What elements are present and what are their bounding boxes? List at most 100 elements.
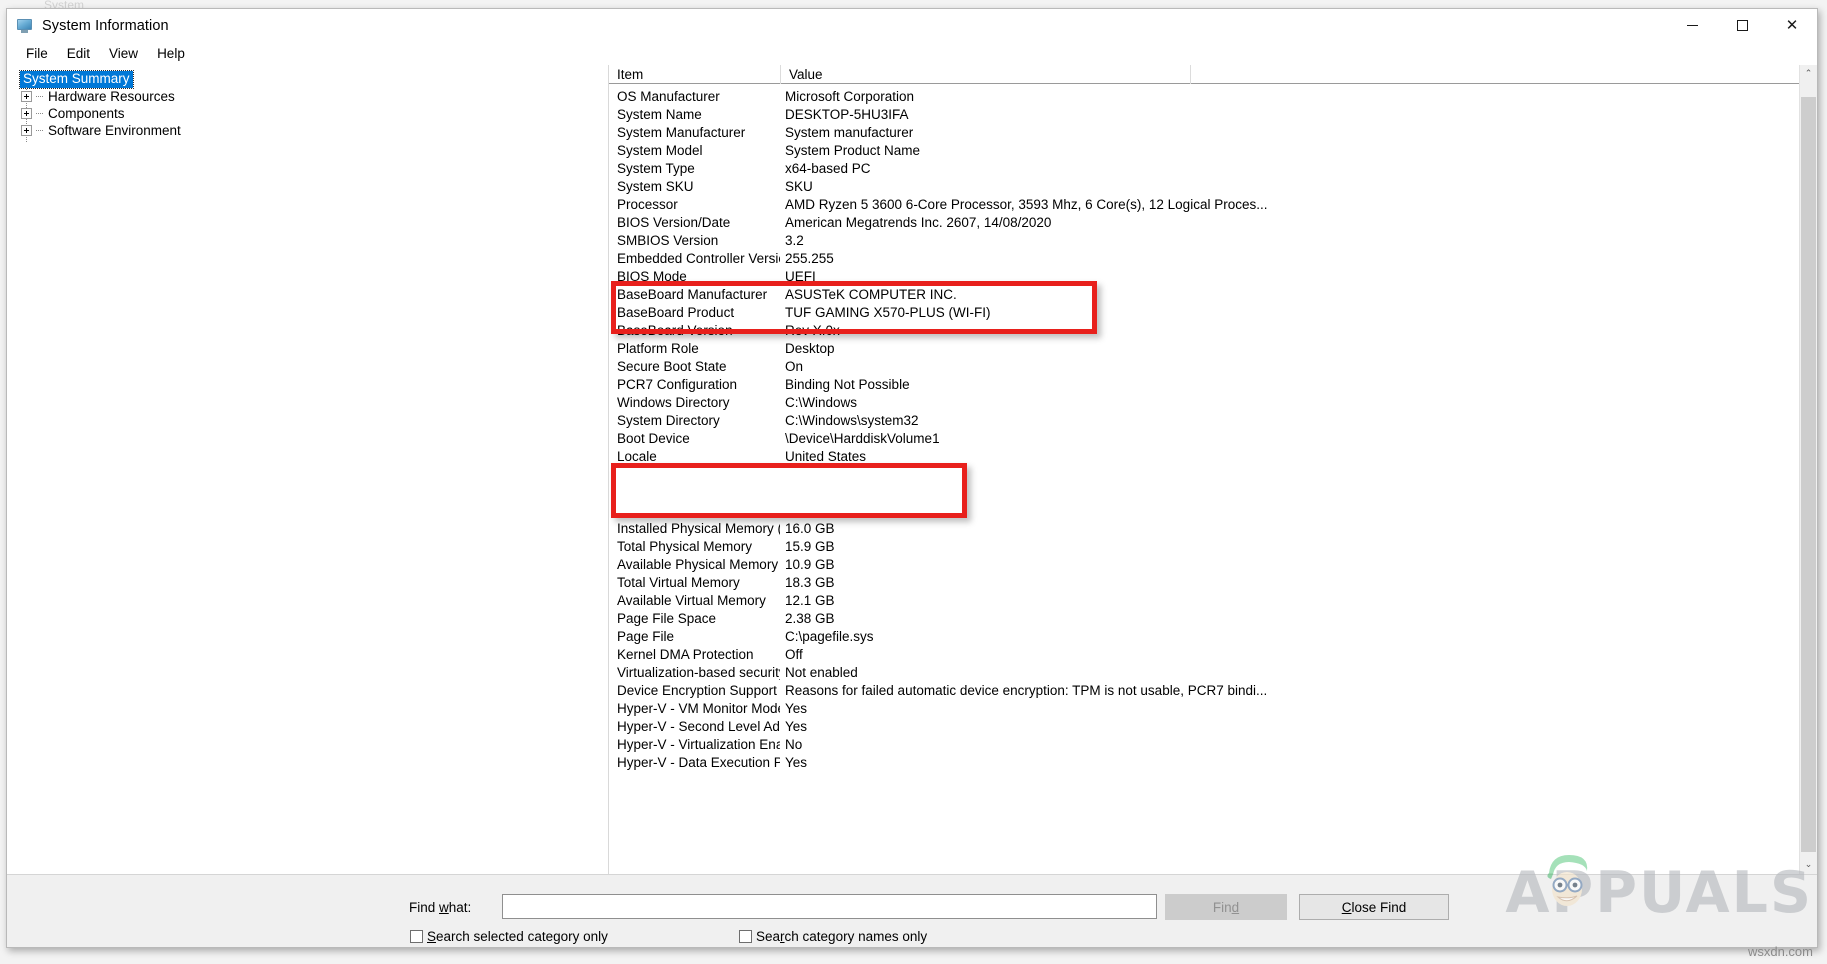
- row-item-cell: System SKU: [617, 178, 694, 194]
- tree-item-software-environment[interactable]: Software Environment: [7, 122, 608, 139]
- table-row[interactable]: [609, 501, 1817, 519]
- menu-file[interactable]: File: [17, 44, 57, 63]
- table-row[interactable]: Hyper-V - VM Monitor Mode E... Yes: [609, 699, 1817, 717]
- row-item-cell: Page File: [617, 628, 675, 644]
- scrollbar-thumb[interactable]: [1801, 97, 1816, 852]
- column-header-item[interactable]: Item: [609, 65, 780, 84]
- row-value-cell: C:\pagefile.sys: [785, 628, 874, 644]
- row-item-cell: Hyper-V - Virtualization Enable...: [617, 736, 780, 752]
- row-value-cell: \Device\HarddiskVolume1: [785, 430, 940, 446]
- table-row[interactable]: System Model System Product Name: [609, 141, 1817, 159]
- table-row[interactable]: Total Virtual Memory 18.3 GB: [609, 573, 1817, 591]
- column-header-value[interactable]: Value: [780, 64, 1190, 84]
- table-row[interactable]: [609, 483, 1817, 501]
- row-item-cell: System Type: [617, 160, 695, 176]
- expand-plus-icon[interactable]: [21, 125, 32, 136]
- search-selected-category-row[interactable]: Search selected category only: [410, 929, 608, 944]
- row-item-cell: Virtualization-based security: [617, 664, 780, 680]
- table-row[interactable]: Total Physical Memory 15.9 GB: [609, 537, 1817, 555]
- table-row[interactable]: BIOS Mode UEFI: [609, 267, 1817, 285]
- expand-plus-icon[interactable]: [21, 108, 32, 119]
- table-row[interactable]: Hyper-V - Second Level Addres... Yes: [609, 717, 1817, 735]
- expand-plus-icon[interactable]: [21, 91, 32, 102]
- vertical-scrollbar[interactable]: ⌃ ⌄: [1799, 65, 1817, 874]
- table-row[interactable]: BaseBoard Product TUF GAMING X570-PLUS (W…: [609, 303, 1817, 321]
- menu-edit[interactable]: Edit: [58, 44, 99, 63]
- menu-help[interactable]: Help: [148, 44, 194, 63]
- row-value-cell: C:\Windows: [785, 394, 858, 410]
- table-row[interactable]: Boot Device \Device\HarddiskVolume1: [609, 429, 1817, 447]
- table-row[interactable]: System Manufacturer System manufacturer: [609, 123, 1817, 141]
- tree-item-hardware-resources[interactable]: Hardware Resources: [7, 88, 608, 105]
- row-value-cell: United States: [785, 448, 867, 464]
- row-value-cell: 12.1 GB: [785, 592, 835, 608]
- close-button[interactable]: ✕: [1767, 9, 1817, 42]
- tree-item-label: Hardware Resources: [48, 89, 175, 104]
- system-information-icon: [17, 18, 33, 34]
- row-item-cell: Boot Device: [617, 430, 690, 446]
- menu-view[interactable]: View: [100, 44, 147, 63]
- tree-item-components[interactable]: Components: [7, 105, 608, 122]
- table-row[interactable]: [609, 465, 1817, 483]
- tree-connector-dot: [36, 113, 44, 114]
- table-row[interactable]: Hyper-V - Data Execution Prote... Yes: [609, 753, 1817, 771]
- table-row[interactable]: Page File Space 2.38 GB: [609, 609, 1817, 627]
- search-selected-category-checkbox[interactable]: [410, 930, 423, 943]
- table-row[interactable]: Available Physical Memory 10.9 GB: [609, 555, 1817, 573]
- table-row[interactable]: Available Virtual Memory 12.1 GB: [609, 591, 1817, 609]
- find-button[interactable]: Fin d: [1165, 894, 1287, 920]
- table-row[interactable]: Kernel DMA Protection Off: [609, 645, 1817, 663]
- column-header-filler: [1190, 64, 1817, 84]
- find-input[interactable]: [502, 894, 1157, 919]
- table-row[interactable]: Embedded Controller Version 255.255: [609, 249, 1817, 267]
- table-row[interactable]: SMBIOS Version 3.2: [609, 231, 1817, 249]
- category-tree[interactable]: System Summary Hardware Resources Compon…: [7, 65, 609, 874]
- maximize-button[interactable]: [1717, 9, 1767, 42]
- table-row[interactable]: Locale United States: [609, 447, 1817, 465]
- row-value-cell: Reasons for failed automatic device encr…: [785, 682, 1268, 698]
- close-find-button[interactable]: Close Find: [1299, 894, 1449, 920]
- scrollbar-track[interactable]: [1800, 83, 1817, 856]
- search-category-names-row[interactable]: Search category names only: [739, 929, 927, 944]
- table-row[interactable]: System Type x64-based PC: [609, 159, 1817, 177]
- row-item-cell: System Manufacturer: [617, 124, 746, 140]
- row-value-cell: No: [785, 736, 803, 752]
- row-value-cell: DESKTOP-5HU3IFA: [785, 106, 909, 122]
- row-value-cell: Off: [785, 646, 803, 662]
- row-value-cell: Not enabled: [785, 664, 858, 680]
- menu-bar: File Edit View Help: [7, 42, 1817, 65]
- table-row[interactable]: System SKU SKU: [609, 177, 1817, 195]
- table-row[interactable]: Installed Physical Memory (RAM) 16.0 GB: [609, 519, 1817, 537]
- table-row[interactable]: Windows Directory C:\Windows: [609, 393, 1817, 411]
- scroll-up-arrow-icon[interactable]: ⌃: [1800, 65, 1817, 83]
- minimize-button[interactable]: [1667, 9, 1717, 42]
- tree-connector-dot: [36, 130, 44, 131]
- table-row[interactable]: OS Manufacturer Microsoft Corporation: [609, 87, 1817, 105]
- table-row[interactable]: BaseBoard Version Rev X.0x: [609, 321, 1817, 339]
- tree-item-label: Software Environment: [48, 123, 181, 138]
- table-row[interactable]: Hyper-V - Virtualization Enable... No: [609, 735, 1817, 753]
- details-list: Item Value OS Manufacturer Microsoft Corp…: [609, 64, 1817, 874]
- table-row[interactable]: Device Encryption Support Reasons for fai…: [609, 681, 1817, 699]
- table-row[interactable]: System Name DESKTOP-5HU3IFA: [609, 105, 1817, 123]
- table-row[interactable]: PCR7 Configuration Binding Not Possible: [609, 375, 1817, 393]
- table-row[interactable]: BIOS Version/Date American Megatrends Inc…: [609, 213, 1817, 231]
- row-value-cell: Microsoft Corporation: [785, 88, 915, 104]
- table-row[interactable]: Processor AMD Ryzen 5 3600 6-Core Process…: [609, 195, 1817, 213]
- table-row[interactable]: Platform Role Desktop: [609, 339, 1817, 357]
- row-item-cell: Hyper-V - VM Monitor Mode E...: [617, 700, 780, 716]
- window-controls: ✕: [1667, 9, 1817, 42]
- table-row[interactable]: BaseBoard Manufacturer ASUSTeK COMPUTER I…: [609, 285, 1817, 303]
- row-value-cell: Yes: [785, 754, 808, 770]
- list-rows-container[interactable]: OS Manufacturer Microsoft Corporation Syst…: [609, 84, 1817, 874]
- table-row[interactable]: Virtualization-based security Not enabled: [609, 663, 1817, 681]
- row-item-cell: BIOS Mode: [617, 268, 687, 284]
- table-row[interactable]: Secure Boot State On: [609, 357, 1817, 375]
- table-row[interactable]: Page File C:\pagefile.sys: [609, 627, 1817, 645]
- search-selected-category-label: Search selected category only: [427, 929, 608, 944]
- tree-item-system-summary[interactable]: System Summary: [7, 70, 608, 89]
- scroll-down-arrow-icon[interactable]: ⌄: [1800, 856, 1817, 874]
- list-column-headers: Item Value: [609, 64, 1817, 84]
- search-category-names-checkbox[interactable]: [739, 930, 752, 943]
- table-row[interactable]: System Directory C:\Windows\system32: [609, 411, 1817, 429]
